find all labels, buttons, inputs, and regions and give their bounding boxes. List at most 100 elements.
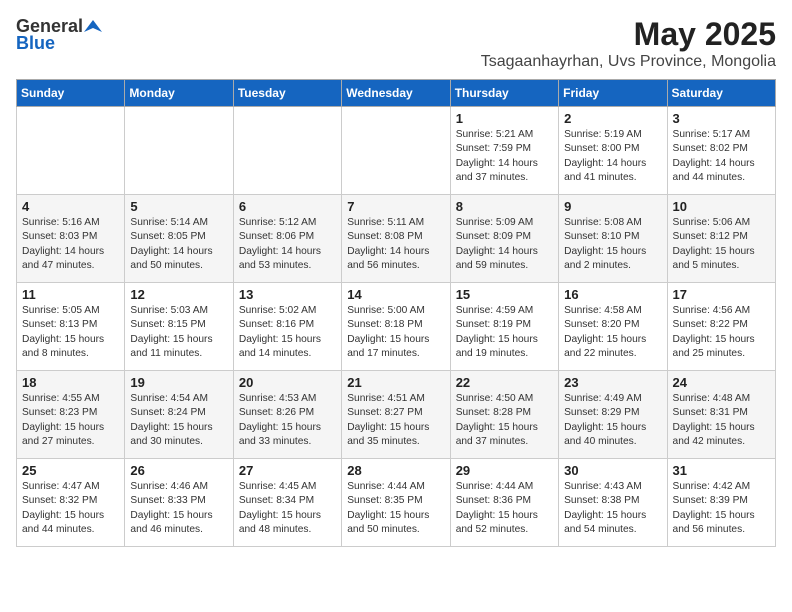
calendar-cell: 24Sunrise: 4:48 AM Sunset: 8:31 PM Dayli…: [667, 371, 775, 459]
calendar-cell: 17 Sunrise: 4:56 AM Sunset: 8:22 PM Dayli…: [667, 283, 775, 371]
day-number: 5: [130, 199, 227, 214]
day-info: Sunrise: 4:49 AM Sunset: 8:29 PM Dayligh…: [564, 392, 661, 449]
day-info: Sunrise: 4:47 AM Sunset: 8:32 PM Dayligh…: [22, 480, 119, 537]
calendar-cell: 21Sunrise: 4:51 AM Sunset: 8:27 PM Dayli…: [342, 371, 450, 459]
calendar-cell: 31 Sunrise: 4:42 AM Sunset: 8:39 PM Dayli…: [667, 459, 775, 547]
day-info: Sunrise: 4:56 AM Sunset: 8:22 PM Dayligh…: [673, 304, 770, 361]
calendar-week-2: 4 Sunrise: 5:16 AM Sunset: 8:03 PM Daylig…: [17, 195, 776, 283]
day-number: 9: [564, 199, 661, 214]
day-number: 13: [239, 287, 336, 302]
calendar-cell: 29 Sunrise: 4:44 AM Sunset: 8:36 PM Dayli…: [450, 459, 558, 547]
day-info: Sunrise: 4:42 AM Sunset: 8:39 PM Dayligh…: [673, 480, 770, 537]
day-number: 4: [22, 199, 119, 214]
day-info: Sunrise: 5:12 AM Sunset: 8:06 PM Dayligh…: [239, 216, 336, 273]
day-info: Sunrise: 5:06 AM Sunset: 8:12 PM Dayligh…: [673, 216, 770, 273]
calendar-cell: 20 Sunrise: 4:53 AM Sunset: 8:26 PM Dayli…: [233, 371, 341, 459]
day-info: Sunrise: 4:55 AM Sunset: 8:23 PM Dayligh…: [22, 392, 119, 449]
day-info: Sunrise: 5:03 AM Sunset: 8:15 PM Dayligh…: [130, 304, 227, 361]
day-info: Sunrise: 5:21 AM Sunset: 7:59 PM Dayligh…: [456, 128, 553, 185]
day-info: Sunrise: 4:45 AM Sunset: 8:34 PM Dayligh…: [239, 480, 336, 537]
calendar-cell: 19 Sunrise: 4:54 AM Sunset: 8:24 PM Dayli…: [125, 371, 233, 459]
day-info: Sunrise: 5:17 AM Sunset: 8:02 PM Dayligh…: [673, 128, 770, 185]
day-number: 31: [673, 463, 770, 478]
calendar-cell: 3 Sunrise: 5:17 AM Sunset: 8:02 PM Daylig…: [667, 107, 775, 195]
day-info: Sunrise: 5:19 AM Sunset: 8:00 PM Dayligh…: [564, 128, 661, 185]
day-info: Sunrise: 4:59 AM Sunset: 8:19 PM Dayligh…: [456, 304, 553, 361]
day-info: Sunrise: 5:05 AM Sunset: 8:13 PM Dayligh…: [22, 304, 119, 361]
calendar-cell: [17, 107, 125, 195]
calendar-cell: 27 Sunrise: 4:45 AM Sunset: 8:34 PM Dayli…: [233, 459, 341, 547]
weekday-header-tuesday: Tuesday: [233, 80, 341, 107]
calendar-cell: 30 Sunrise: 4:43 AM Sunset: 8:38 PM Dayli…: [559, 459, 667, 547]
calendar-cell: 26Sunrise: 4:46 AM Sunset: 8:33 PM Dayli…: [125, 459, 233, 547]
day-number: 23: [564, 375, 661, 390]
calendar-cell: 12Sunrise: 5:03 AM Sunset: 8:15 PM Dayli…: [125, 283, 233, 371]
weekday-header-monday: Monday: [125, 80, 233, 107]
calendar-cell: [233, 107, 341, 195]
day-info: Sunrise: 4:50 AM Sunset: 8:28 PM Dayligh…: [456, 392, 553, 449]
day-number: 20: [239, 375, 336, 390]
location-title: Tsagaanhayrhan, Uvs Province, Mongolia: [481, 53, 776, 71]
page-header: General Blue May 2025 Tsagaanhayrhan, Uv…: [16, 16, 776, 71]
weekday-header-wednesday: Wednesday: [342, 80, 450, 107]
day-number: 22: [456, 375, 553, 390]
day-number: 19: [130, 375, 227, 390]
calendar-cell: 25 Sunrise: 4:47 AM Sunset: 8:32 PM Dayli…: [17, 459, 125, 547]
day-info: Sunrise: 5:08 AM Sunset: 8:10 PM Dayligh…: [564, 216, 661, 273]
calendar-week-4: 18 Sunrise: 4:55 AM Sunset: 8:23 PM Dayli…: [17, 371, 776, 459]
calendar-cell: 5 Sunrise: 5:14 AM Sunset: 8:05 PM Daylig…: [125, 195, 233, 283]
calendar-cell: 7Sunrise: 5:11 AM Sunset: 8:08 PM Daylig…: [342, 195, 450, 283]
weekday-header-saturday: Saturday: [667, 80, 775, 107]
calendar-cell: 18 Sunrise: 4:55 AM Sunset: 8:23 PM Dayli…: [17, 371, 125, 459]
calendar-week-3: 11 Sunrise: 5:05 AM Sunset: 8:13 PM Dayli…: [17, 283, 776, 371]
day-info: Sunrise: 5:16 AM Sunset: 8:03 PM Dayligh…: [22, 216, 119, 273]
calendar-cell: [125, 107, 233, 195]
calendar-table: SundayMondayTuesdayWednesdayThursdayFrid…: [16, 79, 776, 547]
calendar-cell: 15Sunrise: 4:59 AM Sunset: 8:19 PM Dayli…: [450, 283, 558, 371]
day-number: 17: [673, 287, 770, 302]
title-block: May 2025 Tsagaanhayrhan, Uvs Province, M…: [481, 16, 776, 71]
calendar-cell: 8Sunrise: 5:09 AM Sunset: 8:09 PM Daylig…: [450, 195, 558, 283]
weekday-header-friday: Friday: [559, 80, 667, 107]
calendar-cell: 11 Sunrise: 5:05 AM Sunset: 8:13 PM Dayli…: [17, 283, 125, 371]
calendar-cell: 1 Sunrise: 5:21 AM Sunset: 7:59 PM Daylig…: [450, 107, 558, 195]
day-number: 6: [239, 199, 336, 214]
calendar-cell: 23 Sunrise: 4:49 AM Sunset: 8:29 PM Dayli…: [559, 371, 667, 459]
logo-bird-icon: [84, 18, 102, 36]
calendar-week-1: 1 Sunrise: 5:21 AM Sunset: 7:59 PM Daylig…: [17, 107, 776, 195]
logo: General Blue: [16, 16, 103, 54]
calendar-cell: 14 Sunrise: 5:00 AM Sunset: 8:18 PM Dayli…: [342, 283, 450, 371]
day-number: 18: [22, 375, 119, 390]
day-info: Sunrise: 5:14 AM Sunset: 8:05 PM Dayligh…: [130, 216, 227, 273]
day-number: 8: [456, 199, 553, 214]
day-number: 1: [456, 111, 553, 126]
calendar-cell: 28Sunrise: 4:44 AM Sunset: 8:35 PM Dayli…: [342, 459, 450, 547]
day-info: Sunrise: 4:43 AM Sunset: 8:38 PM Dayligh…: [564, 480, 661, 537]
day-info: Sunrise: 4:58 AM Sunset: 8:20 PM Dayligh…: [564, 304, 661, 361]
weekday-header-thursday: Thursday: [450, 80, 558, 107]
calendar-week-5: 25 Sunrise: 4:47 AM Sunset: 8:32 PM Dayli…: [17, 459, 776, 547]
day-info: Sunrise: 4:44 AM Sunset: 8:36 PM Dayligh…: [456, 480, 553, 537]
day-number: 10: [673, 199, 770, 214]
weekday-header-row: SundayMondayTuesdayWednesdayThursdayFrid…: [17, 80, 776, 107]
day-info: Sunrise: 4:54 AM Sunset: 8:24 PM Dayligh…: [130, 392, 227, 449]
day-info: Sunrise: 5:02 AM Sunset: 8:16 PM Dayligh…: [239, 304, 336, 361]
weekday-header-sunday: Sunday: [17, 80, 125, 107]
calendar-cell: 2Sunrise: 5:19 AM Sunset: 8:00 PM Daylig…: [559, 107, 667, 195]
calendar-cell: [342, 107, 450, 195]
day-number: 27: [239, 463, 336, 478]
calendar-cell: 4 Sunrise: 5:16 AM Sunset: 8:03 PM Daylig…: [17, 195, 125, 283]
day-number: 11: [22, 287, 119, 302]
day-number: 14: [347, 287, 444, 302]
day-number: 25: [22, 463, 119, 478]
day-number: 24: [673, 375, 770, 390]
day-info: Sunrise: 4:53 AM Sunset: 8:26 PM Dayligh…: [239, 392, 336, 449]
calendar-cell: 9 Sunrise: 5:08 AM Sunset: 8:10 PM Daylig…: [559, 195, 667, 283]
day-number: 29: [456, 463, 553, 478]
day-info: Sunrise: 5:00 AM Sunset: 8:18 PM Dayligh…: [347, 304, 444, 361]
calendar-cell: 13 Sunrise: 5:02 AM Sunset: 8:16 PM Dayli…: [233, 283, 341, 371]
month-title: May 2025: [481, 16, 776, 53]
day-number: 30: [564, 463, 661, 478]
day-number: 3: [673, 111, 770, 126]
day-info: Sunrise: 5:11 AM Sunset: 8:08 PM Dayligh…: [347, 216, 444, 273]
